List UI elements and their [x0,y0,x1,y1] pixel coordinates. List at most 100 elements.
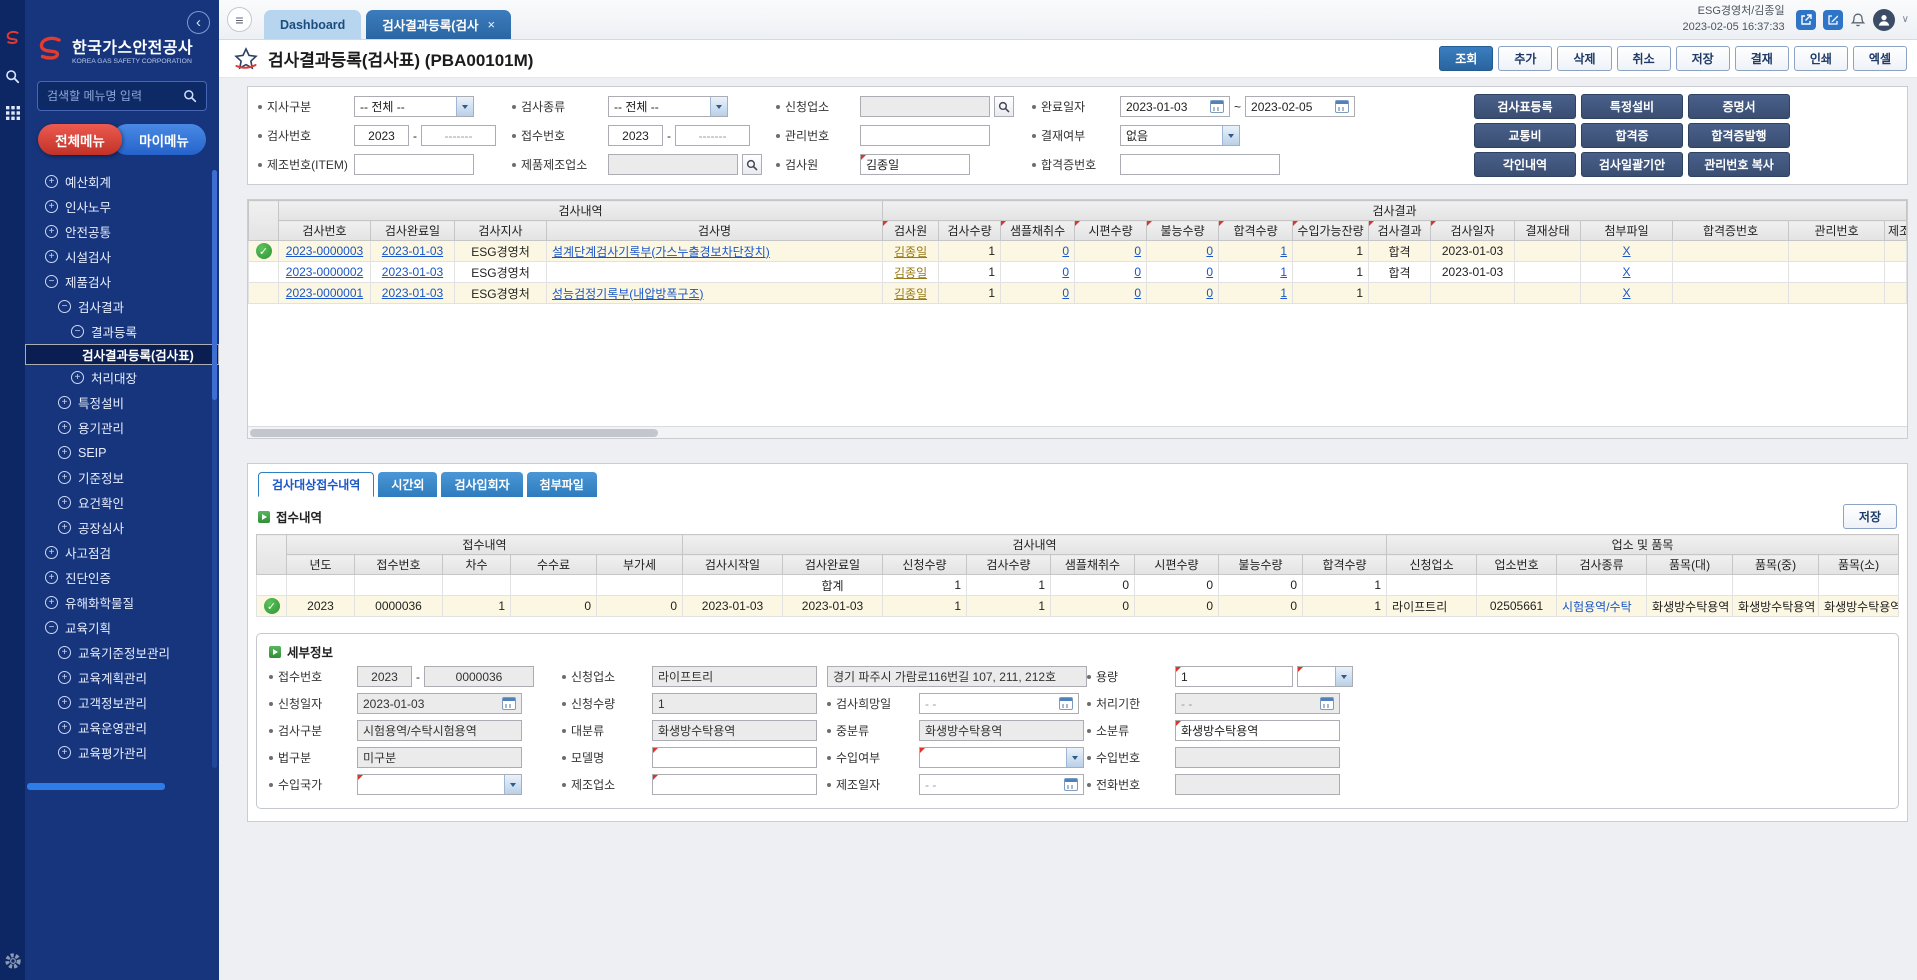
tree-plus-icon[interactable]: + [45,200,58,213]
menu-vertical-scrollbar[interactable] [212,170,217,768]
inspection-name-link[interactable]: 성능검정기록부(내압방폭구조) [552,287,704,301]
calendar-icon[interactable] [1059,697,1073,710]
my-menu-button[interactable]: 마이메뉴 [112,124,206,155]
sidebar-collapse-button[interactable]: ‹ [187,11,210,34]
chevron-down-icon[interactable] [1335,667,1352,686]
sidebar-item[interactable]: −결과등록 [25,319,219,344]
tab-inspection-result[interactable]: 검사결과등록(검사× [366,10,511,39]
sidebar-item[interactable]: −교육기획 [25,615,219,640]
pass-count-link[interactable]: 1 [1280,265,1287,279]
print-button[interactable]: 인쇄 [1794,46,1848,71]
search-icon[interactable] [742,154,762,175]
table-row[interactable]: ✓ 2023-0000003 2023-01-03 ESG경영처 설계단계검사기… [249,241,1907,262]
attachment-link[interactable]: X [1623,265,1631,279]
complete-date-link[interactable]: 2023-01-03 [382,244,443,258]
column-header[interactable]: 합격증번호 [1673,221,1789,241]
tree-plus-icon[interactable]: + [58,721,71,734]
tree-plus-icon[interactable]: + [45,225,58,238]
notification-bell-icon[interactable] [1850,12,1866,28]
column-header[interactable]: 부가세 [597,555,683,575]
search-icon[interactable] [5,69,20,84]
column-header[interactable]: 검사시작일 [683,555,783,575]
specimen-count-link[interactable]: 0 [1134,286,1141,300]
capacity-field[interactable]: 1 [1175,666,1293,687]
column-header[interactable]: 검사원 [883,221,939,241]
complete-date-from-input[interactable]: 2023-01-03 [1120,96,1230,117]
sample-count-link[interactable]: 0 [1062,286,1069,300]
vertical-scrollbar-thumb[interactable] [212,170,217,400]
column-header[interactable]: 년도 [287,555,355,575]
column-header[interactable]: 합격수량 [1303,555,1387,575]
tree-plus-icon[interactable]: + [45,596,58,609]
sidebar-item[interactable]: +진단인증 [25,565,219,590]
make-date-field[interactable]: - - [919,774,1084,795]
pass-cert-issue-button[interactable]: 합격증발행 [1688,123,1790,148]
branch-select[interactable]: -- 전체 -- [354,96,474,117]
inspection-no-link[interactable]: 2023-0000001 [286,286,363,300]
inspection-no-year-input[interactable]: 2023 [354,125,409,146]
sidebar-item[interactable]: +인사노무 [25,194,219,219]
tab-overtime[interactable]: 시간외 [378,472,437,497]
sidebar-item[interactable]: +안전공통 [25,219,219,244]
fail-count-link[interactable]: 0 [1206,265,1213,279]
model-field[interactable] [652,747,817,768]
sidebar-item[interactable]: +SEIP [25,440,219,465]
tree-minus-icon[interactable]: − [71,325,84,338]
special-equipment-button[interactable]: 특정설비 [1581,94,1683,119]
column-header[interactable]: 검사수량 [967,555,1051,575]
sample-count-link[interactable]: 0 [1062,244,1069,258]
column-header[interactable]: 업소번호 [1477,555,1557,575]
selected-check-icon[interactable]: ✓ [256,243,272,259]
table-row[interactable]: 2023-0000002 2023-01-03 ESG경영처 김종일 1 0 0… [249,262,1907,283]
specimen-count-link[interactable]: 0 [1134,244,1141,258]
tree-plus-icon[interactable]: + [58,746,71,759]
column-header[interactable]: 신청업소 [1387,555,1477,575]
inspection-no-serial-input[interactable]: ------- [421,125,496,146]
sidebar-item[interactable]: +교육평가관리 [25,740,219,765]
complete-date-link[interactable]: 2023-01-03 [382,265,443,279]
complete-date-link[interactable]: 2023-01-03 [382,286,443,300]
copy-manage-no-button[interactable]: 관리번호 복사 [1688,152,1790,177]
category-small-field[interactable]: 화생방수탁용역 [1175,720,1340,741]
inspector-link[interactable]: 김종일 [894,287,927,301]
table-row[interactable]: ✓ 2023 0000036 1 0 0 2023-01-03 2023-01-… [257,596,1899,617]
tree-plus-icon[interactable]: + [45,175,58,188]
delete-button[interactable]: 삭제 [1557,46,1611,71]
tree-plus-icon[interactable]: + [45,546,58,559]
attachment-link[interactable]: X [1623,286,1631,300]
column-header[interactable]: 신청수량 [883,555,967,575]
tree-plus-icon[interactable]: + [58,646,71,659]
pass-cert-button[interactable]: 합격증 [1581,123,1683,148]
import-country-select[interactable] [357,774,522,795]
inspector-link[interactable]: 김종일 [894,245,927,259]
engraving-list-button[interactable]: 각인내역 [1474,152,1576,177]
column-header[interactable]: 검사명 [547,221,883,241]
sidebar-item-active[interactable]: 검사결과등록(검사표) [25,344,219,365]
sidebar-item[interactable]: +처리대장 [25,365,219,390]
apps-grid-icon[interactable] [6,106,20,120]
calendar-icon[interactable] [1335,100,1349,113]
hope-date-field[interactable]: - - [919,693,1079,714]
tab-witness[interactable]: 검사입회자 [441,472,522,497]
column-header[interactable]: 결재상태 [1515,221,1581,241]
attachment-link[interactable]: X [1623,244,1631,258]
column-header[interactable]: 첨부파일 [1581,221,1673,241]
approve-button[interactable]: 결재 [1735,46,1789,71]
column-header[interactable]: 품목(중) [1733,555,1819,575]
sidebar-item[interactable]: +용기관리 [25,415,219,440]
tree-plus-icon[interactable]: + [58,396,71,409]
calendar-icon[interactable] [502,697,516,710]
excel-button[interactable]: 엑셀 [1853,46,1907,71]
horizontal-scrollbar-thumb[interactable] [250,429,658,437]
sidebar-item[interactable]: −제품검사 [25,269,219,294]
menu-search-input[interactable] [47,89,177,103]
column-header[interactable]: 시편수량 [1075,221,1147,241]
sidebar-item[interactable]: +교육기준정보관리 [25,640,219,665]
column-header[interactable]: 품목(소) [1819,555,1899,575]
column-header[interactable]: 샘플채취수 [1001,221,1075,241]
tree-plus-icon[interactable]: + [71,371,84,384]
settings-gear-icon[interactable] [4,952,22,970]
column-header[interactable]: 불능수량 [1147,221,1219,241]
chevron-down-icon[interactable] [504,775,521,794]
column-header[interactable]: 합격수량 [1219,221,1293,241]
